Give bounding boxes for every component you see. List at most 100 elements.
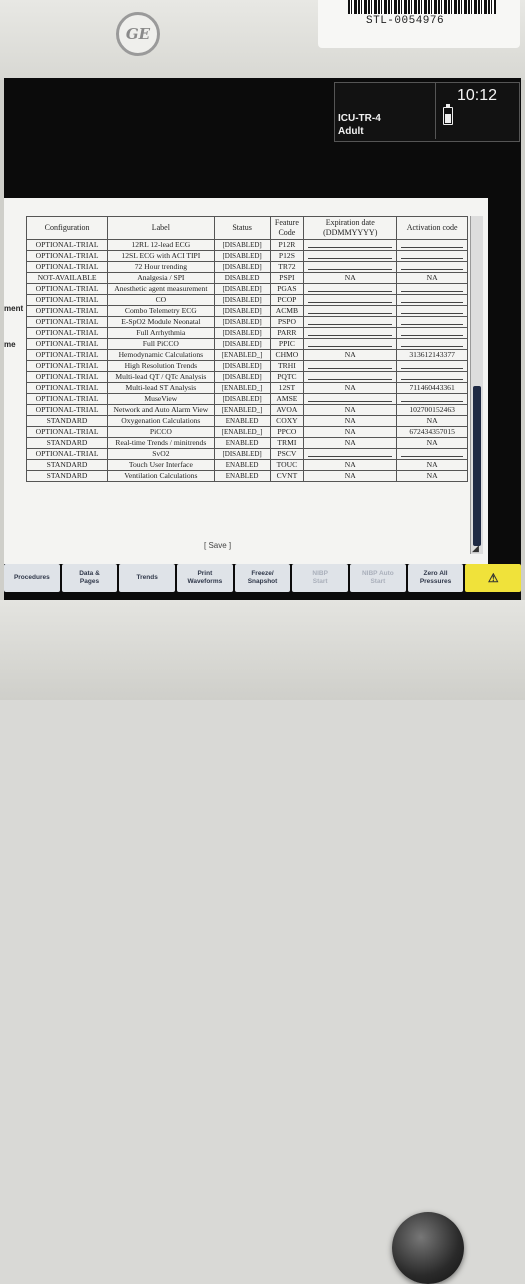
- cell-expiration[interactable]: NA: [303, 470, 398, 482]
- menu-button-data-pages[interactable]: Data & Pages: [61, 564, 118, 592]
- cell-expiration[interactable]: [303, 316, 398, 328]
- table-row[interactable]: OPTIONAL-TRIAL E-SpO2 Module Neonatal [DIS…: [25, 316, 468, 328]
- table-row[interactable]: OPTIONAL-TRIAL Full Arrhythmia [DISABLED] P…: [25, 327, 468, 339]
- activation-input[interactable]: [401, 309, 463, 314]
- table-row[interactable]: OPTIONAL-TRIAL 72 Hour trending [DISABLED]…: [25, 261, 468, 273]
- cell-activation[interactable]: [396, 294, 468, 306]
- menu-button-nibp-start[interactable]: NIBP Start: [292, 564, 349, 592]
- cell-activation[interactable]: [396, 338, 468, 350]
- cell-activation[interactable]: NA: [396, 415, 468, 427]
- table-row[interactable]: OPTIONAL-TRIAL 12RL 12-lead ECG [DISABLED]…: [25, 239, 468, 251]
- activation-input[interactable]: [401, 397, 463, 402]
- cell-activation[interactable]: 672434357015: [396, 426, 468, 438]
- cell-expiration[interactable]: [303, 250, 398, 262]
- cell-activation[interactable]: 102700152463: [396, 404, 468, 416]
- alarm-silence-button[interactable]: ⚠: [465, 564, 522, 592]
- expiration-input[interactable]: [308, 320, 393, 325]
- activation-input[interactable]: [401, 320, 463, 325]
- expiration-input[interactable]: [308, 298, 393, 303]
- cell-activation[interactable]: [396, 448, 468, 460]
- cell-activation[interactable]: 313612143377: [396, 349, 468, 361]
- cell-activation[interactable]: NA: [396, 437, 468, 449]
- expiration-input[interactable]: [308, 243, 393, 248]
- cell-expiration[interactable]: NA: [303, 426, 398, 438]
- activation-input[interactable]: [401, 331, 463, 336]
- cell-activation[interactable]: [396, 250, 468, 262]
- table-row[interactable]: OPTIONAL-TRIAL MuseView [DISABLED] AMSE: [25, 393, 468, 405]
- activation-input[interactable]: [401, 364, 463, 369]
- cell-expiration[interactable]: [303, 261, 398, 273]
- expiration-input[interactable]: [308, 375, 393, 380]
- cell-activation[interactable]: NA: [396, 272, 468, 284]
- cell-expiration[interactable]: [303, 393, 398, 405]
- cell-expiration[interactable]: NA: [303, 272, 398, 284]
- trim-knob[interactable]: [392, 1212, 464, 1284]
- cell-activation[interactable]: [396, 371, 468, 383]
- cell-expiration[interactable]: NA: [303, 415, 398, 427]
- expiration-input[interactable]: [308, 254, 393, 259]
- table-row[interactable]: OPTIONAL-TRIAL Multi-lead ST Analysis [ENA…: [25, 382, 468, 394]
- table-row[interactable]: OPTIONAL-TRIAL Network and Auto Alarm Vie…: [25, 404, 468, 416]
- expiration-input[interactable]: [308, 331, 393, 336]
- activation-input[interactable]: [401, 287, 463, 292]
- menu-button-zero-all-pressures[interactable]: Zero All Pressures: [407, 564, 464, 592]
- table-row[interactable]: OPTIONAL-TRIAL Anesthetic agent measureme…: [25, 283, 468, 295]
- activation-input[interactable]: [401, 254, 463, 259]
- activation-input[interactable]: [401, 375, 463, 380]
- cell-activation[interactable]: [396, 316, 468, 328]
- table-row[interactable]: OPTIONAL-TRIAL Hemodynamic Calculations [E…: [25, 349, 468, 361]
- cell-activation[interactable]: 711460443361: [396, 382, 468, 394]
- table-row[interactable]: STANDARD Touch User Interface ENABLED TOUC N…: [25, 459, 468, 471]
- cell-expiration[interactable]: [303, 327, 398, 339]
- cell-activation[interactable]: [396, 305, 468, 317]
- scrollbar[interactable]: ◢: [470, 216, 483, 554]
- menu-button-procedures[interactable]: Procedures: [4, 564, 60, 592]
- cell-activation[interactable]: [396, 261, 468, 273]
- scrollbar-thumb[interactable]: [473, 386, 481, 546]
- bed-info[interactable]: ICU-TR-4 Adult: [335, 83, 436, 139]
- cell-expiration[interactable]: NA: [303, 437, 398, 449]
- expiration-input[interactable]: [308, 287, 393, 292]
- table-row[interactable]: STANDARD Oxygenation Calculations ENABLED C…: [25, 415, 468, 427]
- expiration-input[interactable]: [308, 397, 393, 402]
- table-row[interactable]: OPTIONAL-TRIAL Multi-lead QT / QTc Analys…: [25, 371, 468, 383]
- cell-activation[interactable]: [396, 239, 468, 251]
- scroll-down-icon[interactable]: ◢: [472, 543, 479, 554]
- activation-input[interactable]: [401, 452, 463, 457]
- cell-activation[interactable]: [396, 360, 468, 372]
- expiration-input[interactable]: [308, 265, 393, 270]
- cell-expiration[interactable]: NA: [303, 382, 398, 394]
- table-row[interactable]: NOT-AVAILABLE Analgesia / SPI DISABLED PSPI…: [25, 272, 468, 284]
- expiration-input[interactable]: [308, 309, 393, 314]
- table-row[interactable]: STANDARD Ventilation Calculations ENABLED C…: [25, 470, 468, 482]
- table-row[interactable]: OPTIONAL-TRIAL High Resolution Trends [DIS…: [25, 360, 468, 372]
- cell-expiration[interactable]: [303, 448, 398, 460]
- cell-expiration[interactable]: [303, 239, 398, 251]
- menu-button-print-waveforms[interactable]: Print Waveforms: [177, 564, 233, 592]
- cell-expiration[interactable]: NA: [303, 459, 398, 471]
- activation-input[interactable]: [401, 265, 463, 270]
- cell-expiration[interactable]: [303, 305, 398, 317]
- cell-expiration[interactable]: NA: [303, 404, 398, 416]
- expiration-input[interactable]: [308, 364, 393, 369]
- table-row[interactable]: OPTIONAL-TRIAL Full PiCCO [DISABLED] PPIC: [25, 338, 468, 350]
- menu-button-trends[interactable]: Trends: [119, 564, 176, 592]
- cell-activation[interactable]: NA: [396, 470, 468, 482]
- cell-activation[interactable]: [396, 327, 468, 339]
- menu-button-nibp-auto-start[interactable]: NIBP Auto Start: [350, 564, 406, 592]
- table-row[interactable]: STANDARD Real-time Trends / minitrends ENA…: [25, 437, 468, 449]
- activation-input[interactable]: [401, 298, 463, 303]
- table-row[interactable]: OPTIONAL-TRIAL CO [DISABLED] PCOP: [25, 294, 468, 306]
- cell-expiration[interactable]: [303, 283, 398, 295]
- cell-expiration[interactable]: NA: [303, 349, 398, 361]
- cell-activation[interactable]: [396, 393, 468, 405]
- cell-expiration[interactable]: [303, 294, 398, 306]
- expiration-input[interactable]: [308, 452, 393, 457]
- cell-expiration[interactable]: [303, 360, 398, 372]
- table-row[interactable]: OPTIONAL-TRIAL SvO2 [DISABLED] PSCV: [25, 448, 468, 460]
- table-row[interactable]: OPTIONAL-TRIAL Combo Telemetry ECG [DISABL…: [25, 305, 468, 317]
- cell-activation[interactable]: NA: [396, 459, 468, 471]
- cell-expiration[interactable]: [303, 371, 398, 383]
- cell-activation[interactable]: [396, 283, 468, 295]
- expiration-input[interactable]: [308, 342, 393, 347]
